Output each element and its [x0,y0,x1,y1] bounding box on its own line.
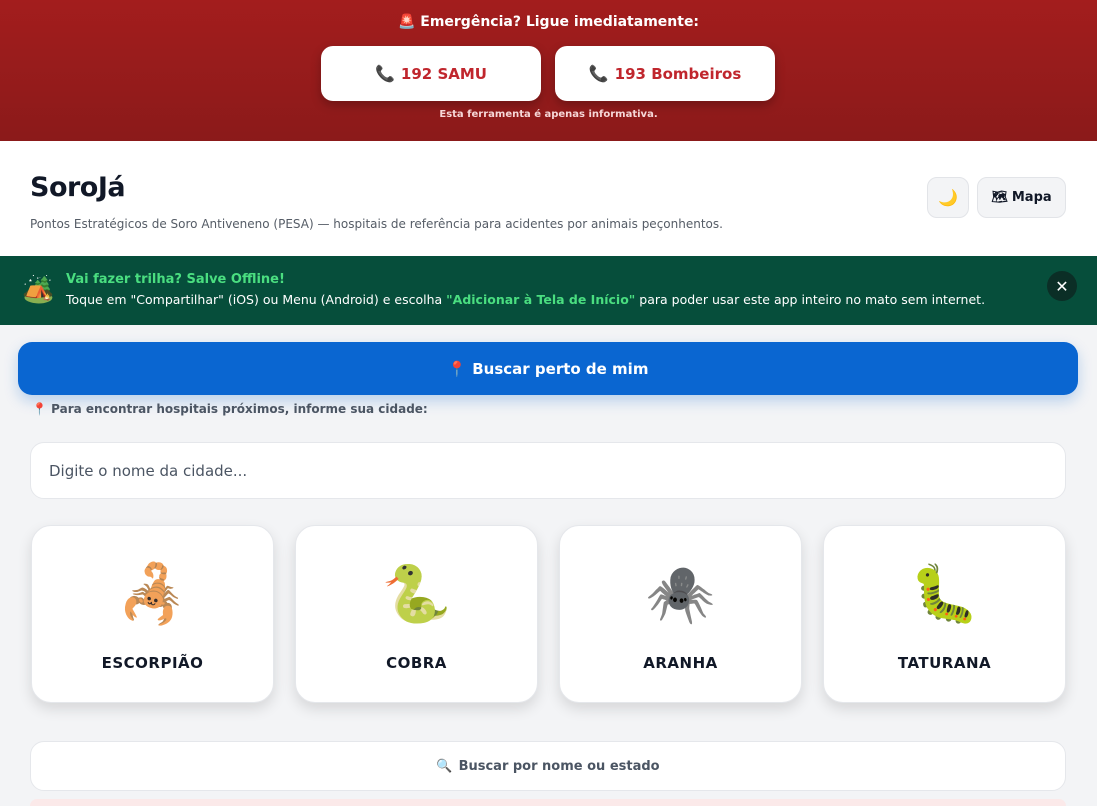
app-subtitle: Pontos Estratégicos de Soro Antiveneno (… [30,217,723,231]
search-by-name-button[interactable]: 🔍 Buscar por nome ou estado [30,741,1066,791]
call-samu-label: 192 SAMU [400,64,487,83]
offline-text-after: para poder usar este app inteiro no mato… [635,292,986,307]
location-pin-icon: 📍 [447,359,467,378]
phone-icon: 📞 [588,64,609,83]
search-by-name-label: Buscar por nome ou estado [458,758,660,774]
snake-icon: 🐍 [381,562,452,627]
location-pin-icon: 📍 [32,402,47,416]
phone-icon: 📞 [375,64,395,83]
spider-icon: 🕷️ [645,562,716,627]
emergency-banner: 🚨 Emergência? Ligue imediatamente: 📞 192… [0,0,1097,141]
theme-toggle-button[interactable]: 🌙 [927,177,969,218]
animal-card-cobra[interactable]: 🐍 COBRA [295,525,538,703]
next-section-edge [30,799,1066,806]
offline-text-before: Toque em "Compartilhar" (iOS) ou Menu (A… [66,292,447,307]
map-button-label: Mapa [1011,190,1052,205]
animal-card-escorpiao[interactable]: 🦂 ESCORPIÃO [31,525,274,703]
offline-banner-title: Vai fazer trilha? Salve Offline! [66,272,285,287]
camping-icon: 🏕️ [22,275,55,305]
city-hint: 📍 Para encontrar hospitais próximos, inf… [32,402,428,416]
emergency-title: 🚨 Emergência? Ligue imediatamente: [397,14,700,30]
call-samu-button[interactable]: 📞 192 SAMU [321,46,541,101]
animal-card-aranha[interactable]: 🕷️ ARANHA [559,525,802,703]
moon-icon: 🌙 [938,188,958,207]
animal-card-label: ARANHA [643,654,718,672]
search-near-me-label: Buscar perto de mim [472,359,649,378]
city-search-input[interactable] [30,442,1066,499]
map-icon: 🗺 [991,190,1008,205]
animal-card-label: TATURANA [897,654,992,672]
animal-card-label: ESCORPIÃO [101,654,204,672]
animal-card-label: COBRA [386,654,447,672]
offline-text-highlight: "Adicionar à Tela de Início" [446,292,636,307]
call-bombeiros-button[interactable]: 📞 193 Bombeiros [555,46,775,101]
close-icon: ✕ [1055,276,1069,296]
map-button[interactable]: 🗺 Mapa [977,177,1066,218]
offline-banner: 🏕️ Vai fazer trilha? Salve Offline! Toqu… [0,256,1097,325]
close-banner-button[interactable]: ✕ [1047,271,1077,301]
caterpillar-icon: 🐛 [909,562,980,627]
search-icon: 🔍 [436,758,453,774]
city-hint-text: Para encontrar hospitais próximos, infor… [51,402,428,416]
animal-card-taturana[interactable]: 🐛 TATURANA [823,525,1066,703]
app-header: SoroJá Pontos Estratégicos de Soro Antiv… [0,141,1097,256]
offline-banner-text: Toque em "Compartilhar" (iOS) ou Menu (A… [66,292,985,307]
search-near-me-button[interactable]: 📍 Buscar perto de mim [18,342,1078,395]
call-bombeiros-label: 193 Bombeiros [614,64,742,83]
scorpion-icon: 🦂 [117,562,188,627]
disclaimer-note: Esta ferramenta é apenas informativa. [439,109,658,120]
app-title: SoroJá [30,172,126,203]
